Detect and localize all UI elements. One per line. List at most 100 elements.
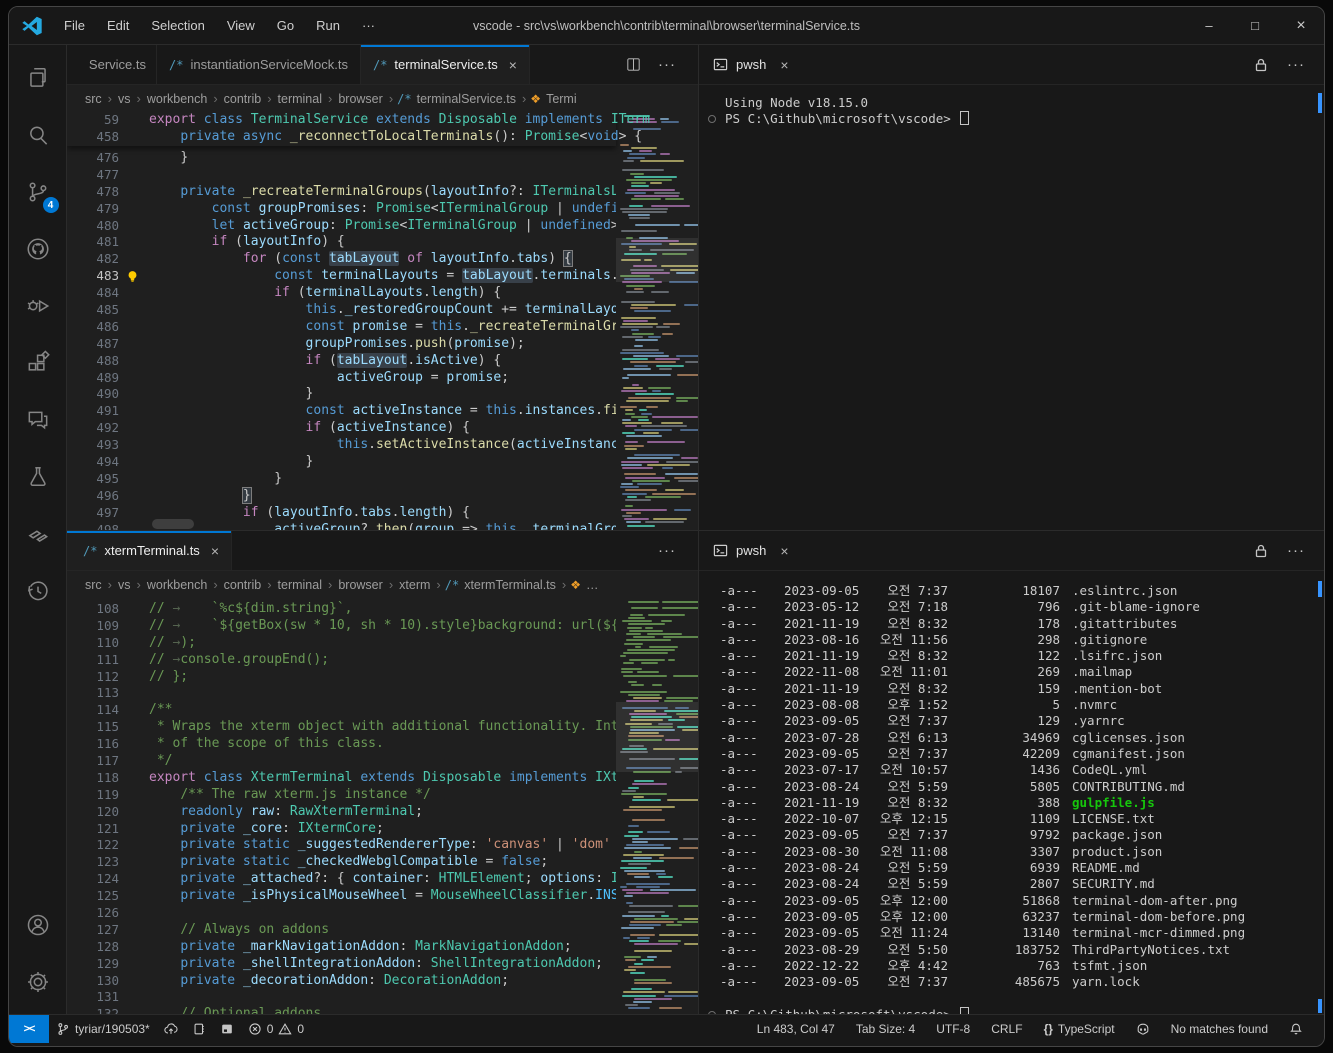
breadcrumb-item[interactable]: src [83, 578, 104, 592]
minimize-button[interactable]: – [1186, 7, 1232, 44]
minimap[interactable] [616, 598, 698, 1014]
lock-icon[interactable] [1253, 57, 1269, 73]
code-line[interactable]: 132 // Optional addons [67, 1006, 698, 1014]
command-decoration-icon[interactable] [708, 115, 716, 123]
code-line[interactable]: 486 const promise = this._recreateTermin… [67, 319, 698, 336]
tab-service-ts[interactable]: Service.ts [67, 45, 157, 84]
code-editor-xterm-terminal[interactable]: 108// → `%c${dim.string}`,109// → `${get… [67, 598, 698, 1014]
more-actions-icon[interactable]: ··· [1287, 542, 1305, 559]
code-line[interactable]: 490 } [67, 386, 698, 403]
breadcrumb-file[interactable]: terminalService.ts [415, 92, 518, 106]
maximize-button[interactable]: □ [1232, 7, 1278, 44]
menu-edit[interactable]: Edit [98, 14, 138, 37]
code-line[interactable]: 109// → `${getBox(sw * 10, sh * 10).styl… [67, 618, 698, 635]
code-line[interactable]: 114/** [67, 702, 698, 719]
breadcrumb[interactable]: src›vs›workbench›contrib›terminal›browse… [67, 571, 698, 598]
indentation[interactable]: Tab Size: 4 [849, 1015, 922, 1043]
code-line[interactable]: 487 groupPromises.push(promise); [67, 336, 698, 353]
breadcrumb-item[interactable]: browser [336, 92, 384, 106]
code-line[interactable]: 112// }; [67, 669, 698, 686]
code-line[interactable]: 129 private _shellIntegrationAddon: Shel… [67, 956, 698, 973]
code-line[interactable]: 117 */ [67, 753, 698, 770]
breadcrumb-item[interactable]: src [83, 92, 104, 106]
code-line[interactable]: 124 private _attached?: { container: HTM… [67, 871, 698, 888]
screencast-item[interactable] [213, 1015, 241, 1043]
code-line[interactable]: 476 } [67, 150, 698, 167]
code-line[interactable]: 496 } [67, 488, 698, 505]
code-line[interactable]: 130 private _decorationAddon: Decoration… [67, 973, 698, 990]
horizontal-scrollbar[interactable] [152, 519, 194, 529]
source-control-icon[interactable]: 4 [14, 167, 62, 217]
breadcrumb[interactable]: src›vs›workbench›contrib›terminal›browse… [67, 85, 698, 112]
code-line[interactable]: 122 private static _suggestedRendererTyp… [67, 837, 698, 854]
code-line[interactable]: 127 // Always on addons [67, 922, 698, 939]
remote-tools-icon[interactable] [14, 509, 62, 559]
terminal-close-icon[interactable]: × [780, 543, 788, 559]
lightbulb-icon[interactable] [125, 269, 140, 284]
code-line[interactable]: 123 private static _checkedWebglCompatib… [67, 854, 698, 871]
breadcrumb-item[interactable]: vs [116, 578, 133, 592]
search-icon[interactable] [14, 110, 62, 160]
more-actions-icon[interactable]: ··· [658, 542, 676, 559]
lock-icon[interactable] [1253, 543, 1269, 559]
notebook-item[interactable] [185, 1015, 213, 1043]
menu-go[interactable]: Go [268, 14, 303, 37]
code-line[interactable]: 483 const terminalLayouts = tabLayout.te… [67, 268, 698, 285]
code-line[interactable]: 481 if (layoutInfo) { [67, 234, 698, 251]
code-line[interactable]: 119 /** The raw xterm.js instance */ [67, 787, 698, 804]
code-line[interactable]: 115 * Wraps the xterm object with additi… [67, 719, 698, 736]
tab-close-icon[interactable]: × [509, 57, 517, 73]
terminal-output[interactable]: Using Node v18.15.0 PS C:\Github\microso… [699, 85, 1325, 530]
menu-file[interactable]: File [55, 14, 94, 37]
code-line[interactable]: 485 this._restoredGroupCount += terminal… [67, 302, 698, 319]
code-line[interactable]: 492 if (activeInstance) { [67, 420, 698, 437]
code-line[interactable]: 477 [67, 167, 698, 184]
code-line[interactable]: 491 const activeInstance = this.instance… [67, 403, 698, 420]
remote-indicator[interactable]: >< [9, 1015, 49, 1043]
cursor-position[interactable]: Ln 483, Col 47 [750, 1015, 842, 1043]
eol-sequence[interactable]: CRLF [984, 1015, 1029, 1043]
code-line[interactable]: 494 } [67, 454, 698, 471]
breadcrumb-item[interactable]: contrib [222, 578, 264, 592]
breadcrumb-item[interactable]: workbench [145, 92, 209, 106]
more-actions-icon[interactable]: ··· [1287, 56, 1305, 73]
command-decoration-icon[interactable] [708, 1011, 716, 1014]
terminal-close-icon[interactable]: × [780, 57, 788, 73]
code-line[interactable]: 495 } [67, 471, 698, 488]
terminal-tab-pwsh[interactable]: pwsh × [699, 45, 803, 84]
code-line[interactable]: 488 if (tabLayout.isActive) { [67, 353, 698, 370]
breadcrumb-symbol[interactable]: … [584, 578, 601, 592]
settings-gear-icon[interactable] [14, 957, 62, 1007]
language-mode[interactable]: {} TypeScript [1037, 1015, 1122, 1043]
breadcrumb-item[interactable]: terminal [276, 92, 324, 106]
run-debug-icon[interactable] [14, 281, 62, 331]
notifications-item[interactable] [1282, 1015, 1310, 1043]
code-line[interactable]: 118export class XtermTerminal extends Di… [67, 770, 698, 787]
code-line[interactable]: 478 private _recreateTerminalGroups(layo… [67, 184, 698, 201]
code-line[interactable]: 126 [67, 905, 698, 922]
breadcrumb-item[interactable]: contrib [222, 92, 264, 106]
account-icon[interactable] [14, 900, 62, 950]
code-line[interactable]: 482 for (const tabLayout of layoutInfo.t… [67, 251, 698, 268]
problems-item[interactable]: 0 0 [241, 1015, 311, 1043]
minimap[interactable] [616, 112, 698, 531]
tab-terminal-service[interactable]: /* terminalService.ts × [361, 45, 530, 84]
tab-instantiation-service-mock[interactable]: /* instantiationServiceMock.ts [157, 45, 361, 84]
explorer-icon[interactable] [14, 53, 62, 103]
code-line[interactable]: 489 activeGroup = promise; [67, 370, 698, 387]
code-line[interactable]: 110// →); [67, 635, 698, 652]
code-line[interactable]: 59export class TerminalService extends D… [67, 112, 616, 129]
split-editor-icon[interactable] [625, 56, 642, 73]
github-icon[interactable] [14, 224, 62, 274]
tab-xterm-terminal[interactable]: /* xtermTerminal.ts × [67, 531, 232, 570]
code-line[interactable]: 480 let activeGroup: Promise<ITerminalGr… [67, 218, 698, 235]
breadcrumb-item[interactable]: terminal [276, 578, 324, 592]
code-line[interactable]: 111// →console.groupEnd(); [67, 652, 698, 669]
code-line[interactable]: 479 const groupPromises: Promise<ITermin… [67, 201, 698, 218]
copilot-item[interactable] [1129, 1015, 1157, 1043]
git-branch-item[interactable]: tyriar/190503* [49, 1015, 157, 1043]
menu-view[interactable]: View [218, 14, 264, 37]
close-button[interactable]: × [1278, 7, 1324, 44]
terminal-output[interactable]: -a---2023-09-05 오전 7:3718107 .eslintrc.j… [699, 571, 1325, 1014]
code-line[interactable]: 125 private _isPhysicalMouseWheel = Mous… [67, 888, 698, 905]
